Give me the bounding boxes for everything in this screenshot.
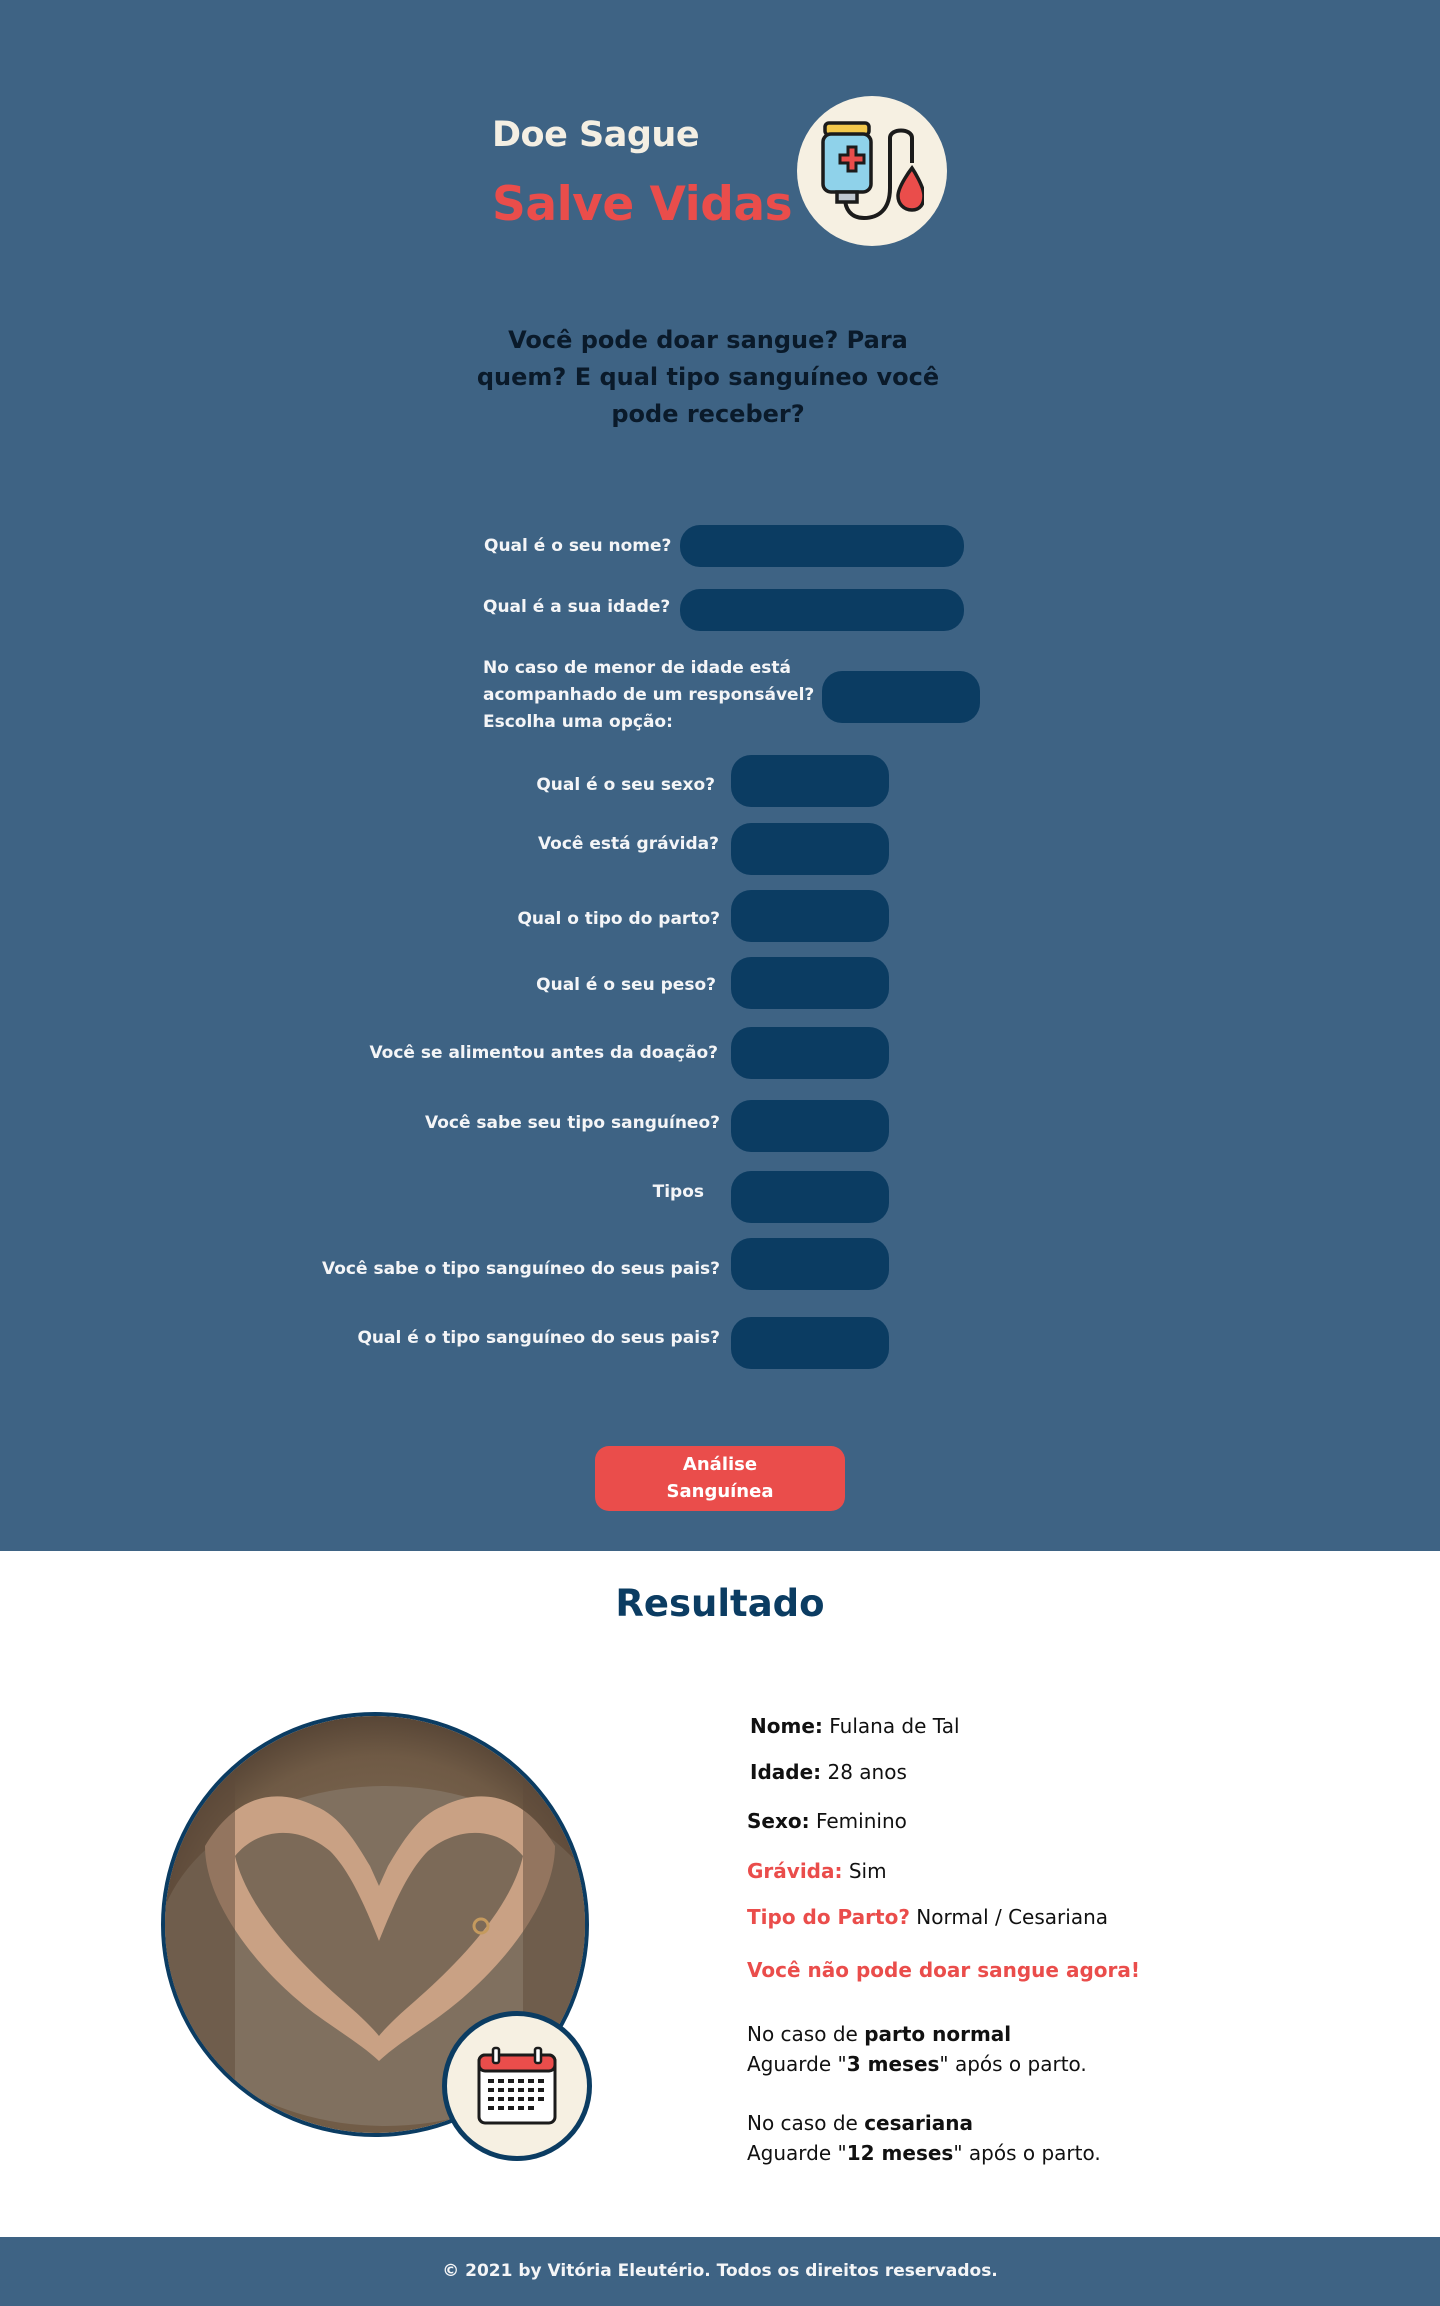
normal-wait-post: " após o parto.	[939, 2052, 1087, 2076]
guardian-select[interactable]	[822, 671, 980, 723]
result-pregnant-key: Grávida:	[747, 1859, 843, 1883]
parents-type-label: Qual é o tipo sanguíneo do seus pais?	[357, 1328, 720, 1348]
age-label: Qual é a sua idade?	[483, 597, 671, 617]
normal-wait-pre: Aguarde "	[747, 2052, 847, 2076]
result-age: Idade: 28 anos	[750, 1757, 907, 1787]
result-name-value: Fulana de Tal	[822, 1714, 960, 1738]
cesarean-bold: cesariana	[864, 2111, 973, 2135]
cesarean-wait-post: " após o parto.	[953, 2141, 1101, 2165]
result-title: Resultado	[615, 1582, 825, 1625]
result-warning: Você não pode doar sangue agora!	[747, 1958, 1140, 1982]
birth-type-label: Qual o tipo do parto?	[517, 909, 720, 929]
blood-bag-icon	[821, 121, 924, 221]
cesarean-pre: No caso de	[747, 2111, 865, 2135]
guardian-label-2: acompanhado de um responsável?	[483, 685, 815, 705]
brand-line-2: Salve Vidas	[492, 177, 793, 232]
analyze-button-line-2: Sanguínea	[666, 1481, 774, 1502]
guardian-label-3: Escolha uma opção:	[483, 712, 673, 732]
normal-bold: parto normal	[864, 2022, 1012, 2046]
name-input[interactable]	[680, 525, 964, 567]
age-input[interactable]	[680, 589, 964, 631]
footer: © 2021 by Vitória Eleutério. Todos os di…	[0, 2237, 1440, 2306]
birth-type-select[interactable]	[731, 890, 889, 942]
intro-question: Você pode doar sangue? Para quem? E qual…	[476, 326, 940, 428]
types-label: Tipos	[652, 1182, 704, 1202]
types-select[interactable]	[731, 1171, 889, 1223]
result-sex: Sexo: Feminino	[747, 1806, 907, 1836]
pregnant-select[interactable]	[731, 823, 889, 875]
sex-select[interactable]	[731, 755, 889, 807]
sex-label: Qual é o seu sexo?	[536, 775, 715, 795]
analyze-button-line-1: Análise	[682, 1454, 758, 1475]
knows-parents-label: Você sabe o tipo sanguíneo do seus pais?	[322, 1259, 720, 1279]
form-section: Doe Sague Salve Vidas Você pode doar san…	[0, 0, 1440, 1551]
result-birth-key: Tipo do Parto?	[747, 1905, 910, 1929]
logo	[797, 96, 947, 246]
result-name-key: Nome:	[750, 1714, 823, 1738]
result-pregnant-value: Sim	[842, 1859, 887, 1883]
analyze-button[interactable]: Análise Sanguínea	[595, 1446, 845, 1511]
knows-parents-select[interactable]	[731, 1238, 889, 1290]
calendar-badge	[442, 2011, 592, 2161]
calendar-icon	[477, 2046, 557, 2125]
knows-type-label: Você sabe seu tipo sanguíneo?	[425, 1113, 720, 1133]
result-pregnant: Grávida: Sim	[747, 1856, 887, 1886]
result-sex-key: Sexo:	[747, 1809, 810, 1833]
normal-wait-bold: 3 meses	[846, 2052, 940, 2076]
result-age-value: 28 anos	[821, 1760, 907, 1784]
fed-select[interactable]	[731, 1027, 889, 1079]
cesarean-wait-pre: Aguarde "	[747, 2141, 847, 2165]
result-sex-value: Feminino	[809, 1809, 907, 1833]
fed-label: Você se alimentou antes da doação?	[369, 1043, 718, 1063]
footer-copyright: © 2021 by Vitória Eleutério. Todos os di…	[442, 2261, 998, 2281]
brand-line-1: Doe Sague	[492, 115, 700, 155]
result-birth-type: Tipo do Parto? Normal / Cesariana	[747, 1902, 1108, 1932]
knows-type-select[interactable]	[731, 1100, 889, 1152]
cesarean-wait-note: Aguarde "12 meses" após o parto.	[747, 2138, 1101, 2168]
pregnant-label: Você está grávida?	[537, 834, 719, 854]
result-name: Nome: Fulana de Tal	[750, 1711, 960, 1741]
parents-type-select[interactable]	[731, 1317, 889, 1369]
weight-input[interactable]	[731, 957, 889, 1009]
result-birth-value: Normal / Cesariana	[909, 1905, 1109, 1929]
normal-pre: No caso de	[747, 2022, 865, 2046]
normal-birth-note: No caso de parto normal	[747, 2019, 1011, 2049]
guardian-label-1: No caso de menor de idade está	[483, 658, 791, 678]
result-age-key: Idade:	[750, 1760, 822, 1784]
cesarean-wait-bold: 12 meses	[846, 2141, 954, 2165]
weight-label: Qual é o seu peso?	[536, 975, 716, 995]
normal-wait-note: Aguarde "3 meses" após o parto.	[747, 2049, 1087, 2079]
name-label: Qual é o seu nome?	[484, 536, 672, 556]
cesarean-note: No caso de cesariana	[747, 2108, 973, 2138]
